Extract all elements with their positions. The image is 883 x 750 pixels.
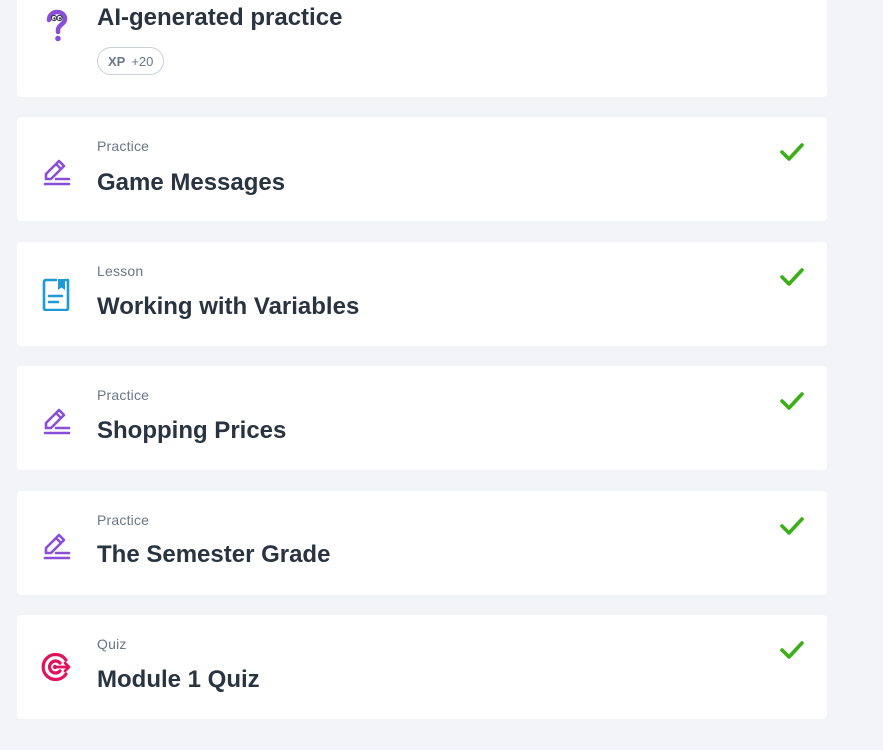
activity-type: Quiz <box>97 636 127 652</box>
activity-title: Module 1 Quiz <box>97 666 260 693</box>
activity-card-working-with-variables[interactable]: Lesson Working with Variables <box>17 242 827 346</box>
activity-title: Game Messages <box>97 169 286 196</box>
activity-card-module-1-quiz[interactable]: Quiz Module 1 Quiz <box>17 615 827 719</box>
activity-card-game-messages[interactable]: Practice Game Messages <box>17 117 827 221</box>
activity-title: The Semester Grade <box>97 541 331 568</box>
completed-check-icon <box>777 386 807 416</box>
activity-title: Working with Variables <box>97 293 360 320</box>
activity-card-shopping-prices[interactable]: Practice Shopping Prices <box>17 366 827 470</box>
activity-type: Lesson <box>97 263 144 279</box>
pencil-icon <box>39 401 73 435</box>
completed-check-icon <box>777 137 807 167</box>
document-icon <box>39 277 73 311</box>
completed-check-icon <box>777 511 807 541</box>
completed-check-icon <box>777 635 807 665</box>
activity-card-semester-grade[interactable]: Practice The Semester Grade <box>17 491 827 595</box>
activity-type: Practice <box>97 138 150 154</box>
activity-type: Practice <box>97 512 150 528</box>
xp-label: XP <box>108 53 126 69</box>
completed-check-icon <box>777 262 807 292</box>
xp-badge: XP +20 <box>97 47 165 75</box>
activity-type: Practice <box>97 387 150 403</box>
xp-value: +20 <box>131 53 154 69</box>
activity-title: Shopping Prices <box>97 417 287 444</box>
pencil-icon <box>39 526 73 560</box>
question-mark-icon <box>39 8 73 42</box>
activity-card-ai-practice[interactable]: AI-generated practice XP +20 <box>17 0 827 97</box>
pencil-icon <box>39 152 73 186</box>
activity-title: AI-generated practice <box>97 4 343 31</box>
target-icon <box>39 650 73 684</box>
